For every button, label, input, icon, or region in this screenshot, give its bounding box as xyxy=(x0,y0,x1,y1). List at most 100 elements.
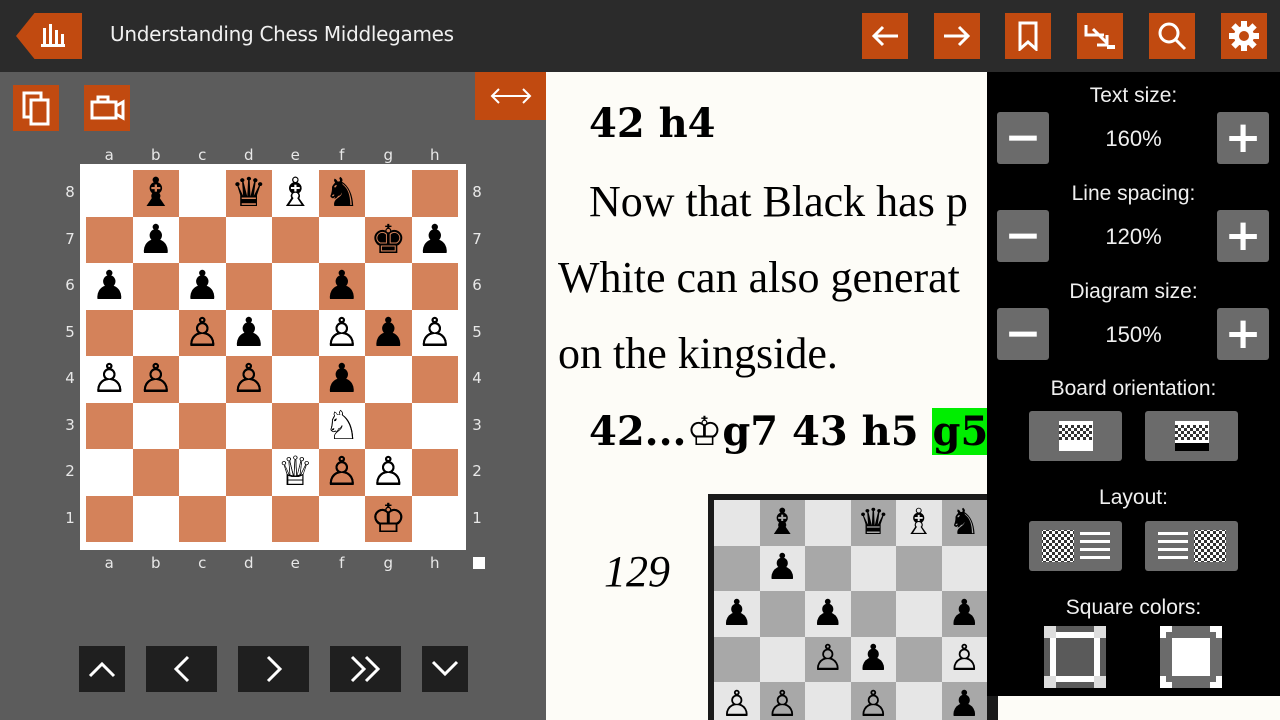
board-square[interactable] xyxy=(272,216,319,263)
board-square[interactable]: ♙ xyxy=(86,356,133,403)
nav-end-button[interactable] xyxy=(330,646,401,692)
chess-piece[interactable]: ♟ xyxy=(138,220,174,260)
diagram-size-increase-button[interactable]: + xyxy=(1217,308,1269,360)
board-square[interactable] xyxy=(318,216,365,263)
board-square[interactable] xyxy=(225,216,272,263)
chess-piece[interactable]: ♛ xyxy=(231,173,267,213)
board-square[interactable]: ♟ xyxy=(318,356,365,403)
next-button[interactable] xyxy=(934,13,980,59)
board-square[interactable] xyxy=(179,402,226,449)
chess-piece[interactable]: ♟ xyxy=(324,266,360,306)
board-square[interactable]: ♕ xyxy=(272,449,319,496)
square-color-option-gray[interactable] xyxy=(1044,626,1106,688)
line-spacing-increase-button[interactable]: + xyxy=(1217,210,1269,262)
move-text[interactable]: g7 43 h5 xyxy=(722,408,932,455)
board-square[interactable]: ♙ xyxy=(132,356,179,403)
board-square[interactable] xyxy=(272,263,319,310)
chess-piece[interactable]: ♙ xyxy=(184,313,220,353)
board-square[interactable] xyxy=(272,402,319,449)
chess-piece[interactable]: ♚ xyxy=(370,220,406,260)
board-square[interactable] xyxy=(86,216,133,263)
board-square[interactable] xyxy=(272,356,319,403)
board-square[interactable] xyxy=(411,356,458,403)
board-square[interactable] xyxy=(86,402,133,449)
board-square[interactable] xyxy=(225,449,272,496)
chess-piece[interactable]: ♟ xyxy=(184,266,220,306)
board-square[interactable]: ♞ xyxy=(318,170,365,217)
board-square[interactable] xyxy=(411,170,458,217)
board-square[interactable]: ♛ xyxy=(225,170,272,217)
layout-board-right-button[interactable] xyxy=(1145,521,1238,571)
nav-next-button[interactable] xyxy=(238,646,309,692)
diagram-board[interactable]: ♝ ♛ ♗ ♞ ♟ ♟ ♟ ♟ ♙ ♟ ♙ ♙ ♙ ♙ ♟ xyxy=(708,494,998,720)
previous-button[interactable] xyxy=(862,13,908,59)
board-square[interactable] xyxy=(86,449,133,496)
text-size-decrease-button[interactable]: − xyxy=(997,112,1049,164)
board-square[interactable] xyxy=(225,495,272,542)
chess-piece[interactable]: ♟ xyxy=(324,359,360,399)
move-line-2[interactable]: 42...♔g7 43 h5 g5 xyxy=(589,408,989,455)
nav-up-button[interactable] xyxy=(79,646,125,692)
goto-button[interactable] xyxy=(1077,13,1123,59)
chess-piece[interactable]: ♟ xyxy=(370,313,406,353)
board-square[interactable]: ♙ xyxy=(365,449,412,496)
board-square[interactable]: ♙ xyxy=(225,356,272,403)
engine-button[interactable] xyxy=(84,85,130,131)
board-square[interactable] xyxy=(179,216,226,263)
chess-piece[interactable]: ♙ xyxy=(324,313,360,353)
chess-piece[interactable]: ♗ xyxy=(277,173,313,213)
board-square[interactable]: ♚ xyxy=(365,216,412,263)
board-square[interactable]: ♟ xyxy=(132,216,179,263)
current-move-highlight[interactable]: g5 xyxy=(932,408,989,455)
move-line-1[interactable]: 42 h4 xyxy=(589,100,716,147)
nav-prev-button[interactable] xyxy=(146,646,217,692)
chess-piece[interactable]: ♟ xyxy=(417,220,453,260)
chess-piece[interactable]: ♙ xyxy=(231,359,267,399)
chess-piece[interactable]: ♙ xyxy=(138,359,174,399)
board-square[interactable]: ♟ xyxy=(225,309,272,356)
chess-piece[interactable]: ♟ xyxy=(231,313,267,353)
board-square[interactable] xyxy=(365,402,412,449)
diagram-size-decrease-button[interactable]: − xyxy=(997,308,1049,360)
bookmark-button[interactable] xyxy=(1005,13,1051,59)
board-square[interactable] xyxy=(318,495,365,542)
board-square[interactable] xyxy=(365,263,412,310)
board-square[interactable] xyxy=(179,356,226,403)
settings-button[interactable] xyxy=(1221,13,1267,59)
board-square[interactable] xyxy=(86,170,133,217)
library-button[interactable] xyxy=(16,13,82,59)
board-square[interactable] xyxy=(272,309,319,356)
board-square[interactable] xyxy=(132,402,179,449)
board-square[interactable]: ♙ xyxy=(179,309,226,356)
board-square[interactable] xyxy=(179,449,226,496)
chess-piece[interactable]: ♞ xyxy=(324,173,360,213)
board-square[interactable] xyxy=(225,263,272,310)
board-square[interactable]: ♔ xyxy=(365,495,412,542)
orientation-black-bottom-button[interactable] xyxy=(1145,411,1238,461)
chess-piece[interactable]: ♙ xyxy=(370,452,406,492)
board-square[interactable] xyxy=(132,449,179,496)
square-color-option-light[interactable] xyxy=(1160,626,1222,688)
board-square[interactable] xyxy=(86,309,133,356)
board-square[interactable] xyxy=(179,170,226,217)
chess-piece[interactable]: ♙ xyxy=(417,313,453,353)
board-square[interactable] xyxy=(86,495,133,542)
chess-piece[interactable]: ♝ xyxy=(138,173,174,213)
chess-board[interactable]: ♝ ♛ ♗ ♞ ♟ ♚ ♟ ♟ ♟ ♟ ♙ ♟ ♙ ♟ ♙ ♙ ♙ ♙ ♟ ♘ ♕ ♙ ♙ ♔ xyxy=(80,164,466,550)
orientation-white-bottom-button[interactable] xyxy=(1029,411,1122,461)
board-square[interactable] xyxy=(411,449,458,496)
board-square[interactable]: ♟ xyxy=(86,263,133,310)
board-square[interactable]: ♙ xyxy=(411,309,458,356)
board-square[interactable]: ♗ xyxy=(272,170,319,217)
chess-piece[interactable]: ♙ xyxy=(91,359,127,399)
board-square[interactable]: ♟ xyxy=(318,263,365,310)
board-square[interactable] xyxy=(411,263,458,310)
board-square[interactable]: ♘ xyxy=(318,402,365,449)
board-square[interactable] xyxy=(132,263,179,310)
board-square[interactable] xyxy=(411,402,458,449)
chess-piece[interactable]: ♕ xyxy=(277,452,313,492)
board-square[interactable] xyxy=(365,356,412,403)
chess-piece[interactable]: ♔ xyxy=(370,499,406,539)
line-spacing-decrease-button[interactable]: − xyxy=(997,210,1049,262)
board-square[interactable] xyxy=(225,402,272,449)
